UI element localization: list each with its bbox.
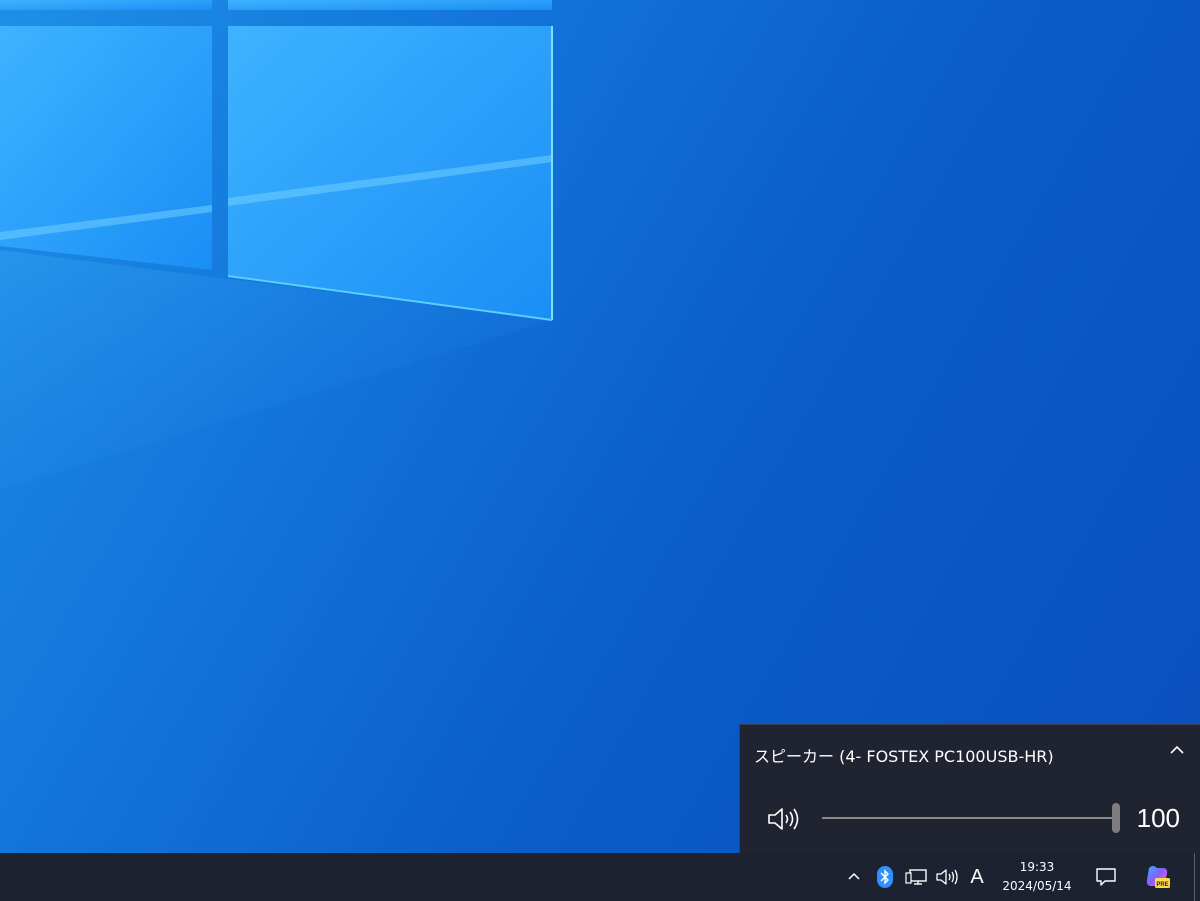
network-icon [905, 869, 927, 885]
svg-text:PRE: PRE [1156, 882, 1168, 888]
show-desktop-button[interactable] [1194, 853, 1200, 901]
volume-tray-button[interactable] [932, 853, 962, 901]
ime-mode-indicator: A [970, 865, 984, 888]
action-center-icon [1096, 868, 1116, 886]
copilot-preview-icon: PRE [1146, 866, 1170, 888]
chevron-up-icon [848, 872, 860, 880]
network-tray-button[interactable] [902, 853, 930, 901]
volume-flyout: スピーカー (4- FOSTEX PC100USB-HR) 100 [739, 724, 1200, 853]
clock-time: 19:33 [1019, 860, 1055, 874]
volume-level-value: 100 [1136, 803, 1180, 833]
action-center-button[interactable] [1090, 853, 1122, 901]
chevron-up-icon[interactable] [1168, 741, 1186, 759]
volume-slider-thumb[interactable] [1112, 803, 1120, 833]
bluetooth-tray-button[interactable] [872, 853, 898, 901]
clock-date: 2024/05/14 [1002, 879, 1072, 893]
copilot-button[interactable]: PRE [1140, 853, 1174, 901]
show-hidden-icons-button[interactable] [842, 853, 866, 901]
taskbar-clock[interactable]: 19:33 2024/05/14 [996, 853, 1078, 901]
bluetooth-icon [877, 866, 893, 888]
speaker-volume-icon[interactable] [766, 805, 802, 833]
speaker-icon [936, 869, 958, 885]
taskbar: A 19:33 2024/05/14 PRE [0, 853, 1200, 901]
volume-slider[interactable] [822, 803, 1120, 833]
ime-mode-button[interactable]: A [964, 853, 990, 901]
volume-slider-filled-track [822, 817, 1116, 819]
audio-device-name[interactable]: スピーカー (4- FOSTEX PC100USB-HR) [754, 743, 1054, 767]
